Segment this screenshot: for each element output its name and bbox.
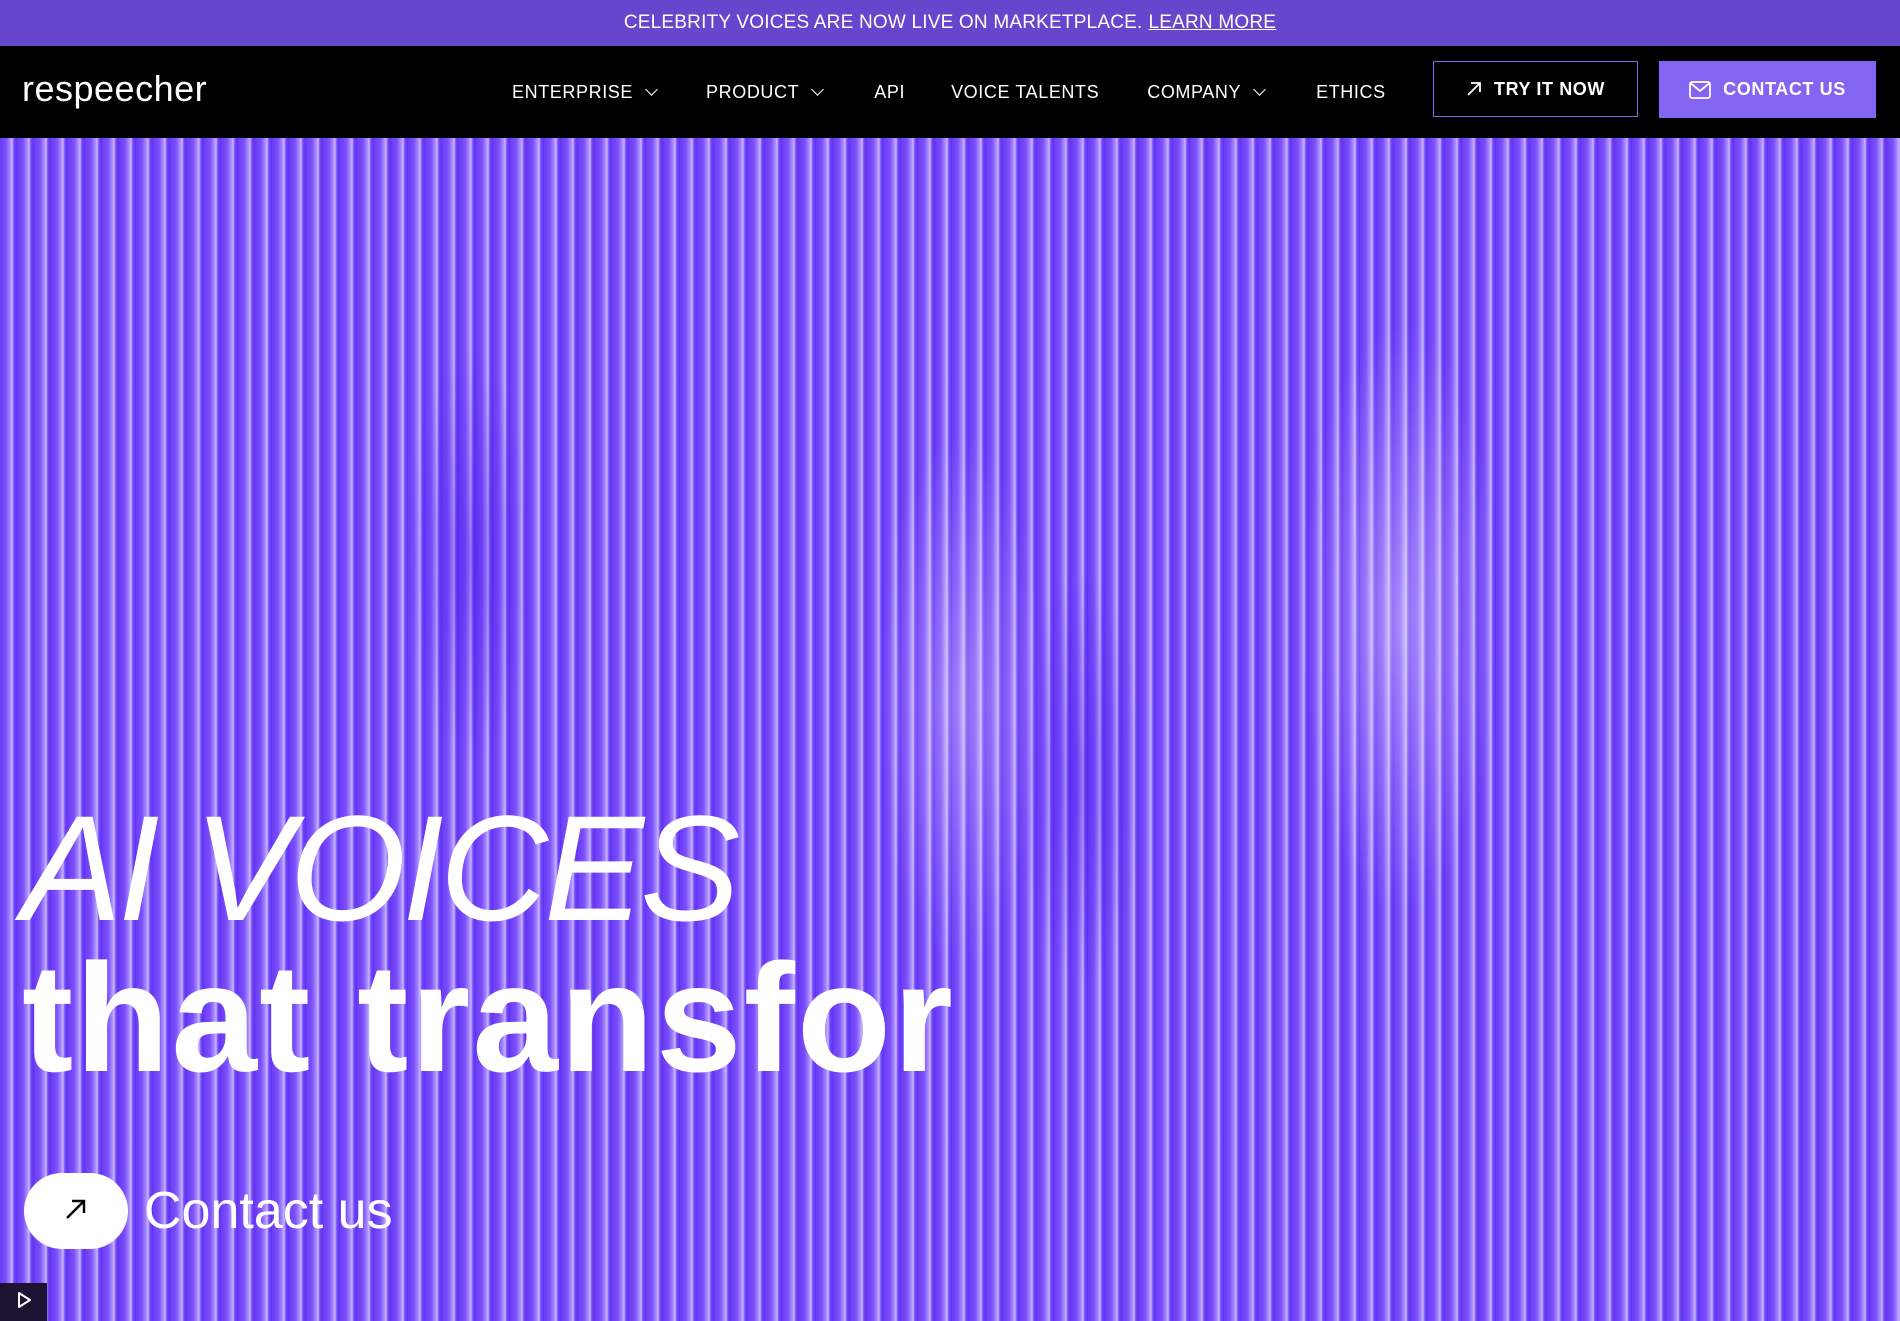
nav-item-label: ETHICS <box>1316 81 1386 102</box>
nav-menu: ENTERPRISE PRODUCT API VOICE TALENTS COM… <box>512 46 1386 138</box>
mail-icon <box>1689 80 1712 99</box>
nav-item-api[interactable]: API <box>874 82 905 103</box>
nav-item-ethics[interactable]: ETHICS <box>1316 82 1386 103</box>
play-icon <box>16 1291 32 1314</box>
hero-title-line1: AI VOICES <box>22 784 740 952</box>
nav-item-label: VOICE TALENTS <box>951 81 1100 102</box>
cta-arrow-button[interactable] <box>24 1173 128 1249</box>
hero-title-line2: that transfor <box>22 932 955 1104</box>
logo[interactable]: respeecher <box>22 68 207 110</box>
nav-item-label: API <box>874 81 906 102</box>
nav-item-enterprise[interactable]: ENTERPRISE <box>512 81 658 103</box>
cta-label[interactable]: Contact us <box>144 1181 393 1241</box>
announcement-bar: CELEBRITY VOICES ARE NOW LIVE ON MARKETP… <box>0 0 1900 46</box>
top-navigation: respeecher ENTERPRISE PRODUCT API VOICE … <box>0 46 1900 138</box>
nav-item-label: PRODUCT <box>706 81 800 102</box>
nav-item-label: COMPANY <box>1147 81 1242 102</box>
nav-item-product[interactable]: PRODUCT <box>706 81 825 103</box>
try-it-now-button[interactable]: TRY IT NOW <box>1433 61 1638 117</box>
arrow-up-right-icon <box>64 1197 88 1226</box>
learn-more-link[interactable]: LEARN MORE <box>1148 12 1276 34</box>
announcement-text: CELEBRITY VOICES ARE NOW LIVE ON MARKETP… <box>623 12 1143 33</box>
play-button[interactable] <box>0 1283 47 1321</box>
chevron-down-icon <box>1253 83 1266 96</box>
hero-heading: AI VOICES that transfor <box>22 784 955 1104</box>
nav-item-label: ENTERPRISE <box>512 81 634 102</box>
hero-section: AI VOICES that transfor Contact us <box>0 138 1900 1321</box>
contact-us-button[interactable]: CONTACT US <box>1659 61 1876 118</box>
nav-item-company[interactable]: COMPANY <box>1147 81 1266 103</box>
arrow-up-right-icon <box>1466 81 1482 97</box>
chevron-down-icon <box>645 83 658 96</box>
try-it-now-label: TRY IT NOW <box>1494 78 1605 99</box>
chevron-down-icon <box>811 83 825 96</box>
nav-item-voice-talents[interactable]: VOICE TALENTS <box>951 82 1099 103</box>
contact-us-label: CONTACT US <box>1723 79 1846 99</box>
hero-contact-cta[interactable]: Contact us <box>24 1173 393 1249</box>
